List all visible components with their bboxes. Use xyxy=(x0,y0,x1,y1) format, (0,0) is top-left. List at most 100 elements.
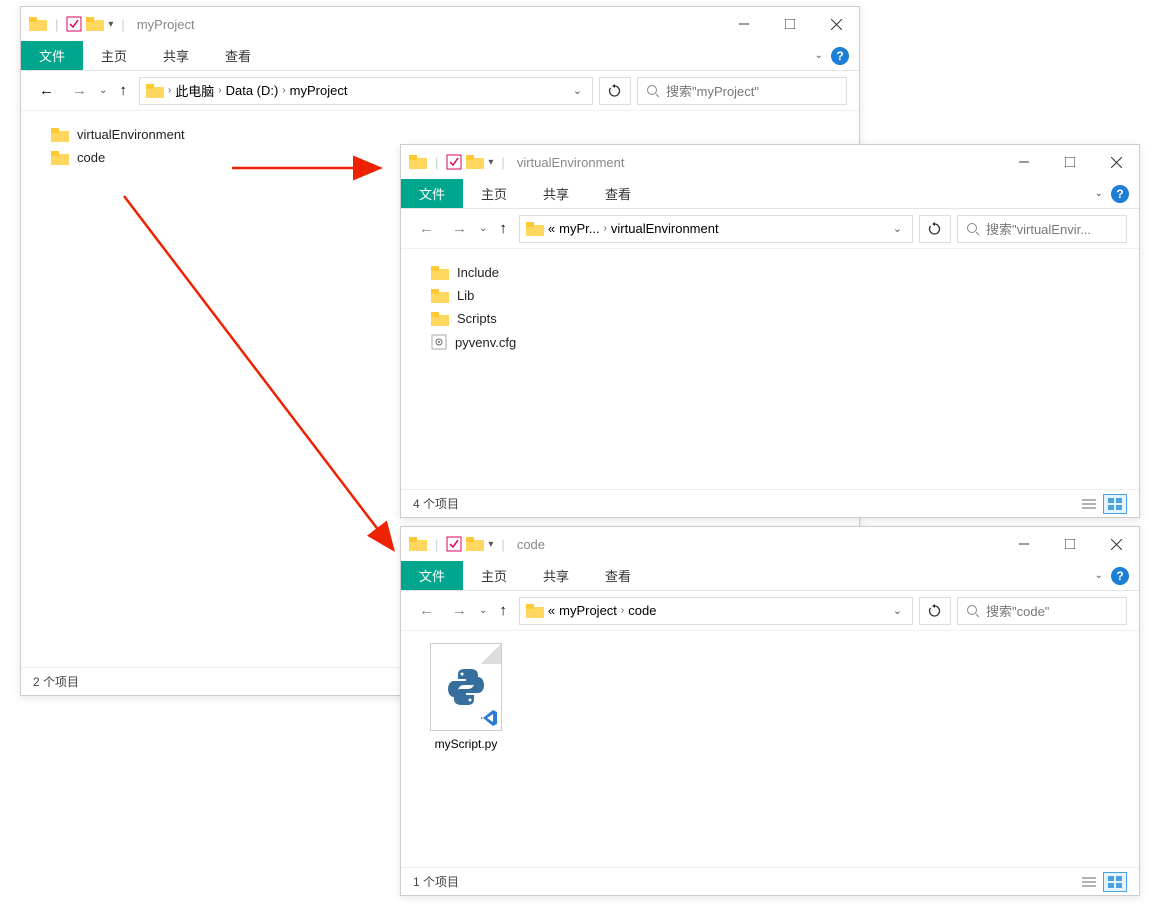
back-button[interactable]: ← xyxy=(33,78,60,103)
ribbon-expand-icon[interactable]: ⌄ xyxy=(1095,570,1103,581)
folder-icon xyxy=(431,289,449,303)
maximize-button[interactable] xyxy=(1047,145,1093,179)
ribbon-tab-home[interactable]: 主页 xyxy=(83,41,145,70)
chevron-right-icon[interactable]: › xyxy=(218,85,221,96)
history-dropdown[interactable]: ⌄ xyxy=(479,223,487,234)
close-button[interactable] xyxy=(1093,145,1139,179)
quickaccess-dropdown[interactable]: ▾ xyxy=(488,157,493,168)
minimize-button[interactable] xyxy=(1001,527,1047,561)
address-dropdown[interactable]: ⌄ xyxy=(893,222,906,235)
address-bar[interactable]: › 此电脑 › Data (D:) › myProject ⌄ xyxy=(139,77,593,105)
history-dropdown[interactable]: ⌄ xyxy=(99,85,107,96)
ribbon-tab-view[interactable]: 查看 xyxy=(207,41,269,70)
list-item[interactable]: pyvenv.cfg xyxy=(431,330,1109,354)
folder-icon xyxy=(146,84,164,98)
breadcrumb-overflow[interactable]: « xyxy=(548,221,555,236)
address-bar[interactable]: « myPr... › virtualEnvironment ⌄ xyxy=(519,215,913,243)
address-bar[interactable]: « myProject › code ⌄ xyxy=(519,597,913,625)
breadcrumb-item[interactable]: myProject xyxy=(290,83,348,98)
item-name: Include xyxy=(457,265,499,280)
minimize-button[interactable] xyxy=(1001,145,1047,179)
help-button[interactable]: ? xyxy=(1111,185,1129,203)
ribbon-tab-file[interactable]: 文件 xyxy=(401,179,463,208)
up-button[interactable]: ↑ xyxy=(493,216,513,241)
list-item[interactable]: Include xyxy=(431,261,1109,284)
search-input[interactable]: 搜索"myProject" xyxy=(637,77,847,105)
quickaccess-toolbar: | ▾ | xyxy=(409,536,509,552)
up-button[interactable]: ↑ xyxy=(493,598,513,623)
ribbon-tab-file[interactable]: 文件 xyxy=(21,41,83,70)
separator: | xyxy=(435,155,438,170)
checkbox-icon[interactable] xyxy=(66,16,82,32)
help-button[interactable]: ? xyxy=(1111,567,1129,585)
breadcrumb-item[interactable]: myPr... xyxy=(559,221,599,236)
checkbox-icon[interactable] xyxy=(446,536,462,552)
chevron-right-icon[interactable]: › xyxy=(604,223,607,234)
window-controls xyxy=(1001,527,1139,561)
breadcrumb-overflow[interactable]: « xyxy=(548,603,555,618)
ribbon-tab-share[interactable]: 共享 xyxy=(145,41,207,70)
quickaccess-dropdown[interactable]: ▾ xyxy=(488,539,493,550)
list-item[interactable]: Lib xyxy=(431,284,1109,307)
item-name: myScript.py xyxy=(435,737,498,751)
help-button[interactable]: ? xyxy=(831,47,849,65)
window-title: myProject xyxy=(137,17,721,32)
history-dropdown[interactable]: ⌄ xyxy=(479,605,487,616)
maximize-button[interactable] xyxy=(767,7,813,41)
breadcrumb-item[interactable]: 此电脑 xyxy=(175,81,214,100)
breadcrumb-item[interactable]: myProject xyxy=(559,603,617,618)
close-button[interactable] xyxy=(1093,527,1139,561)
ribbon-tab-share[interactable]: 共享 xyxy=(525,179,587,208)
grid-item[interactable]: myScript.py xyxy=(421,643,511,855)
quickaccess-dropdown[interactable]: ▾ xyxy=(108,19,113,30)
details-view-button[interactable] xyxy=(1077,872,1101,892)
up-button[interactable]: ↑ xyxy=(113,78,133,103)
refresh-button[interactable] xyxy=(919,597,951,625)
folder-icon xyxy=(466,155,484,169)
folder-icon xyxy=(86,17,104,31)
checkbox-icon[interactable] xyxy=(446,154,462,170)
forward-button[interactable]: → xyxy=(446,216,473,241)
details-view-button[interactable] xyxy=(1077,494,1101,514)
back-button[interactable]: ← xyxy=(413,216,440,241)
ribbon-tab-view[interactable]: 查看 xyxy=(587,561,649,590)
forward-button[interactable]: → xyxy=(446,598,473,623)
ribbon-expand-icon[interactable]: ⌄ xyxy=(1095,188,1103,199)
search-input[interactable]: 搜索"virtualEnvir... xyxy=(957,215,1127,243)
quickaccess-toolbar: | ▾ | xyxy=(409,154,509,170)
ribbon-tab-home[interactable]: 主页 xyxy=(463,561,525,590)
maximize-button[interactable] xyxy=(1047,527,1093,561)
ribbon-tab-share[interactable]: 共享 xyxy=(525,561,587,590)
file-list[interactable]: Include Lib Scripts pyvenv.cfg xyxy=(401,249,1139,489)
ribbon-tab-view[interactable]: 查看 xyxy=(587,179,649,208)
navigation-bar: ← → ⌄ ↑ › 此电脑 › Data (D:) › myProject ⌄ … xyxy=(21,71,859,111)
ribbon-expand-icon[interactable]: ⌄ xyxy=(815,50,823,61)
item-name: Lib xyxy=(457,288,474,303)
titlebar: | ▾ | virtualEnvironment xyxy=(401,145,1139,179)
minimize-button[interactable] xyxy=(721,7,767,41)
list-item[interactable]: virtualEnvironment xyxy=(51,123,829,146)
chevron-right-icon[interactable]: › xyxy=(282,85,285,96)
item-name: virtualEnvironment xyxy=(77,127,185,142)
refresh-button[interactable] xyxy=(599,77,631,105)
icons-view-button[interactable] xyxy=(1103,872,1127,892)
search-placeholder: 搜索"virtualEnvir... xyxy=(986,219,1091,238)
address-dropdown[interactable]: ⌄ xyxy=(573,84,586,97)
address-dropdown[interactable]: ⌄ xyxy=(893,604,906,617)
back-button[interactable]: ← xyxy=(413,598,440,623)
file-grid[interactable]: myScript.py xyxy=(401,631,1139,867)
list-item[interactable]: Scripts xyxy=(431,307,1109,330)
folder-icon xyxy=(431,266,449,280)
breadcrumb-item[interactable]: Data (D:) xyxy=(226,83,279,98)
chevron-right-icon[interactable]: › xyxy=(621,605,624,616)
ribbon-tab-file[interactable]: 文件 xyxy=(401,561,463,590)
icons-view-button[interactable] xyxy=(1103,494,1127,514)
breadcrumb-item[interactable]: code xyxy=(628,603,656,618)
forward-button[interactable]: → xyxy=(66,78,93,103)
close-button[interactable] xyxy=(813,7,859,41)
chevron-right-icon[interactable]: › xyxy=(168,85,171,96)
ribbon-tab-home[interactable]: 主页 xyxy=(463,179,525,208)
search-input[interactable]: 搜索"code" xyxy=(957,597,1127,625)
breadcrumb-item[interactable]: virtualEnvironment xyxy=(611,221,719,236)
refresh-button[interactable] xyxy=(919,215,951,243)
